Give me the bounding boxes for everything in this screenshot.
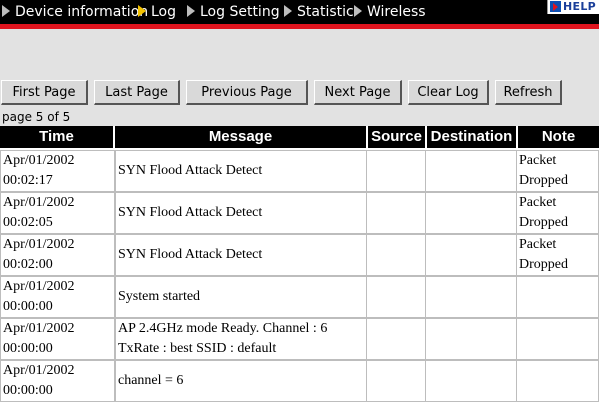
nav-item-label: Device information bbox=[15, 4, 149, 20]
help-button[interactable]: HELP bbox=[547, 0, 599, 14]
cell-destination bbox=[425, 318, 518, 360]
arrow-right-icon bbox=[2, 5, 10, 17]
nav-item-label: Statistic bbox=[297, 4, 354, 20]
page-indicator: page 5 of 5 bbox=[2, 110, 71, 124]
cell-source bbox=[366, 360, 427, 402]
cell-destination bbox=[425, 192, 518, 234]
cell-time: Apr/01/2002 00:02:17 bbox=[0, 150, 115, 192]
cell-time: Apr/01/2002 00:00:00 bbox=[0, 276, 115, 318]
column-header-message: Message bbox=[115, 126, 366, 148]
cell-source bbox=[366, 150, 427, 192]
cell-note: Packet Dropped bbox=[516, 150, 599, 192]
column-header-note: Note bbox=[518, 126, 599, 148]
arrow-right-icon bbox=[284, 5, 292, 17]
last-page-button[interactable]: Last Page bbox=[94, 80, 180, 105]
cell-source bbox=[366, 192, 427, 234]
clear-log-button[interactable]: Clear Log bbox=[408, 80, 489, 105]
nav-item-label: Log Setting bbox=[200, 4, 280, 20]
previous-page-button[interactable]: Previous Page bbox=[186, 80, 308, 105]
nav-item-log-setting[interactable]: Log Setting bbox=[187, 3, 280, 21]
nav-item-label: Log bbox=[151, 4, 177, 20]
cell-message: AP 2.4GHz mode Ready. Channel : 6 TxRate… bbox=[115, 318, 368, 360]
nav-item-label: Wireless bbox=[367, 4, 426, 20]
cell-source bbox=[366, 234, 427, 276]
accent-divider bbox=[0, 24, 599, 29]
cell-destination bbox=[425, 276, 518, 318]
cell-destination bbox=[425, 150, 518, 192]
top-navigation-bar: Device information Log Log Setting Stati… bbox=[0, 0, 599, 24]
arrow-right-icon bbox=[187, 5, 195, 17]
nav-item-statistic[interactable]: Statistic bbox=[284, 3, 354, 21]
column-header-source: Source bbox=[368, 126, 425, 148]
cell-note: Packet Dropped bbox=[516, 192, 599, 234]
arrow-right-icon bbox=[138, 5, 146, 17]
cell-message: SYN Flood Attack Detect bbox=[115, 234, 368, 276]
next-page-button[interactable]: Next Page bbox=[314, 80, 402, 105]
cell-message: System started bbox=[115, 276, 368, 318]
nav-item-log[interactable]: Log bbox=[138, 3, 176, 21]
column-header-destination: Destination bbox=[427, 126, 516, 148]
nav-item-wireless[interactable]: Wireless bbox=[354, 3, 426, 21]
log-table: Time Message Source Destination Note Apr… bbox=[0, 126, 599, 409]
cell-time: Apr/01/2002 00:00:00 bbox=[0, 360, 115, 402]
cell-destination bbox=[425, 234, 518, 276]
column-header-time: Time bbox=[0, 126, 113, 148]
cell-time: Apr/01/2002 00:02:00 bbox=[0, 234, 115, 276]
cell-destination bbox=[425, 360, 518, 402]
nav-item-device-information[interactable]: Device information bbox=[2, 3, 148, 21]
cell-source bbox=[366, 276, 427, 318]
help-label: HELP bbox=[563, 0, 596, 13]
cell-note: Packet Dropped bbox=[516, 234, 599, 276]
cell-note bbox=[516, 318, 599, 360]
cell-note bbox=[516, 360, 599, 402]
cell-time: Apr/01/2002 00:00:00 bbox=[0, 318, 115, 360]
cell-message: SYN Flood Attack Detect bbox=[115, 150, 368, 192]
refresh-button[interactable]: Refresh bbox=[495, 80, 562, 105]
cell-message: SYN Flood Attack Detect bbox=[115, 192, 368, 234]
cell-message: channel = 6 bbox=[115, 360, 368, 402]
cell-note bbox=[516, 276, 599, 318]
help-icon bbox=[550, 1, 561, 12]
cell-source bbox=[366, 318, 427, 360]
arrow-right-icon bbox=[354, 5, 362, 17]
cell-time: Apr/01/2002 00:02:05 bbox=[0, 192, 115, 234]
first-page-button[interactable]: First Page bbox=[1, 80, 88, 105]
